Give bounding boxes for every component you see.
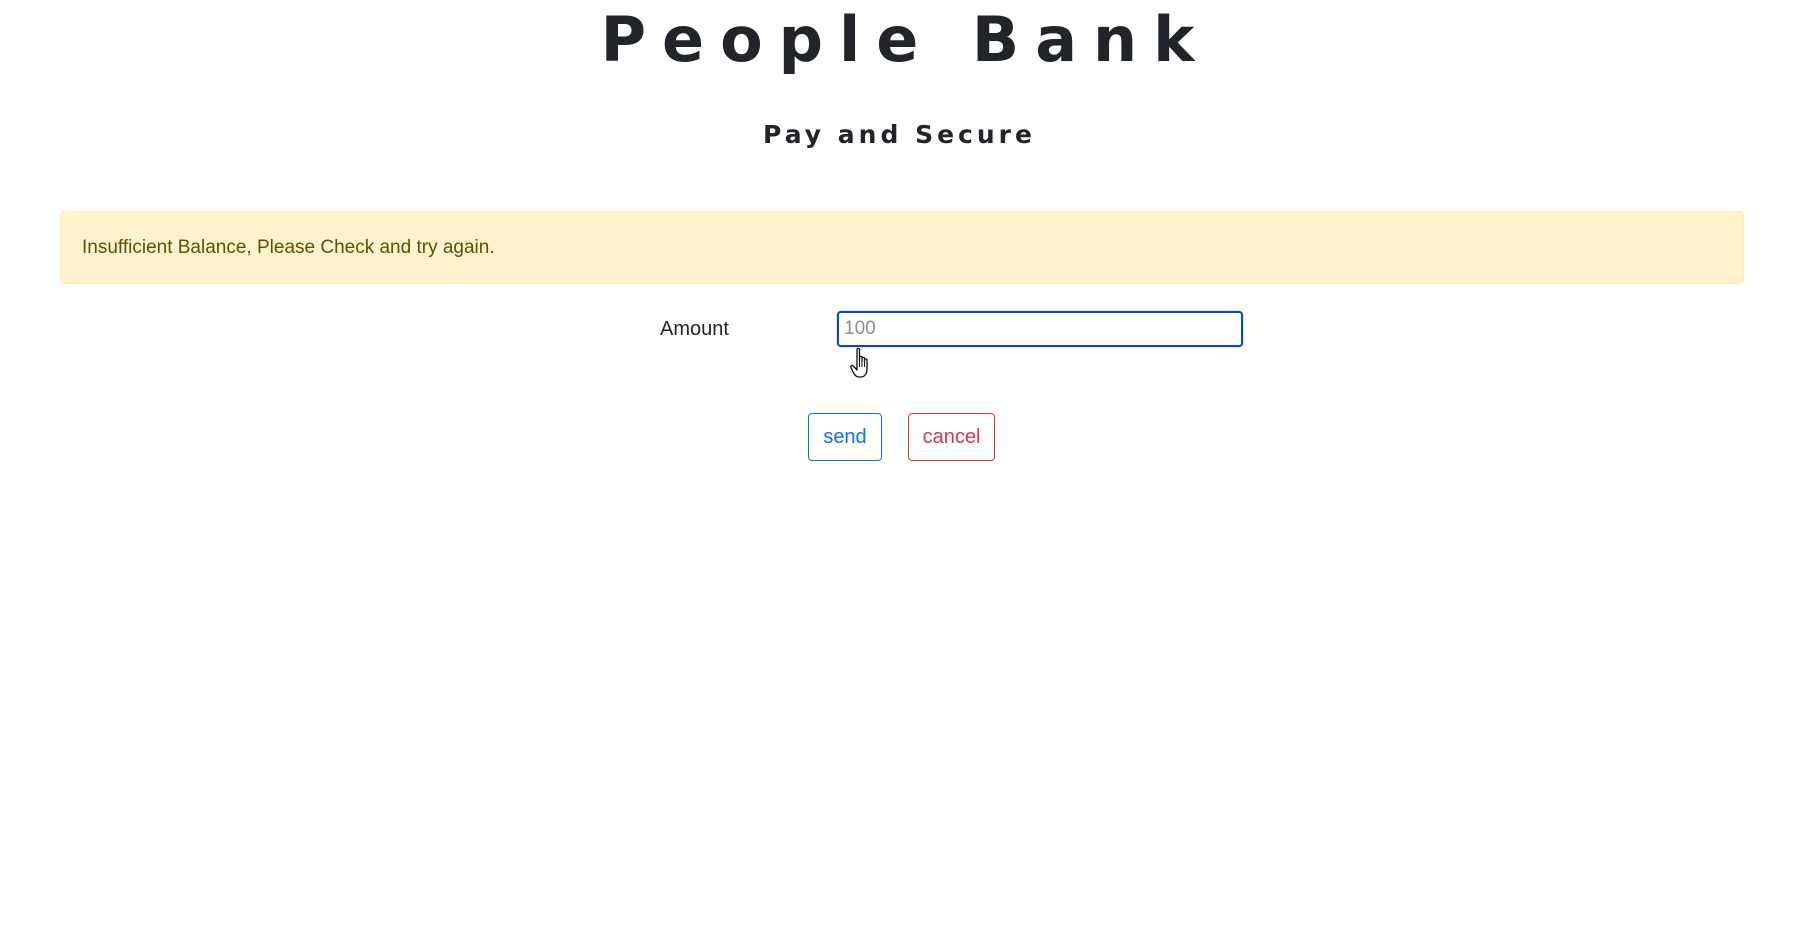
tagline: Pay and Secure [763, 120, 1036, 149]
page: People Bank Pay and Secure Insufficient … [0, 0, 1795, 949]
amount-form-row: Amount [660, 310, 1243, 348]
amount-input[interactable] [837, 311, 1243, 347]
cancel-button[interactable]: cancel [908, 413, 995, 461]
hand-pointer-cursor-icon [850, 347, 868, 378]
action-buttons: send cancel [808, 413, 995, 461]
send-button[interactable]: send [808, 413, 882, 461]
page-title: People Bank [600, 3, 1211, 76]
warning-alert: Insufficient Balance, Please Check and t… [60, 211, 1744, 284]
alert-message: Insufficient Balance, Please Check and t… [82, 236, 495, 258]
amount-label: Amount [660, 317, 729, 340]
